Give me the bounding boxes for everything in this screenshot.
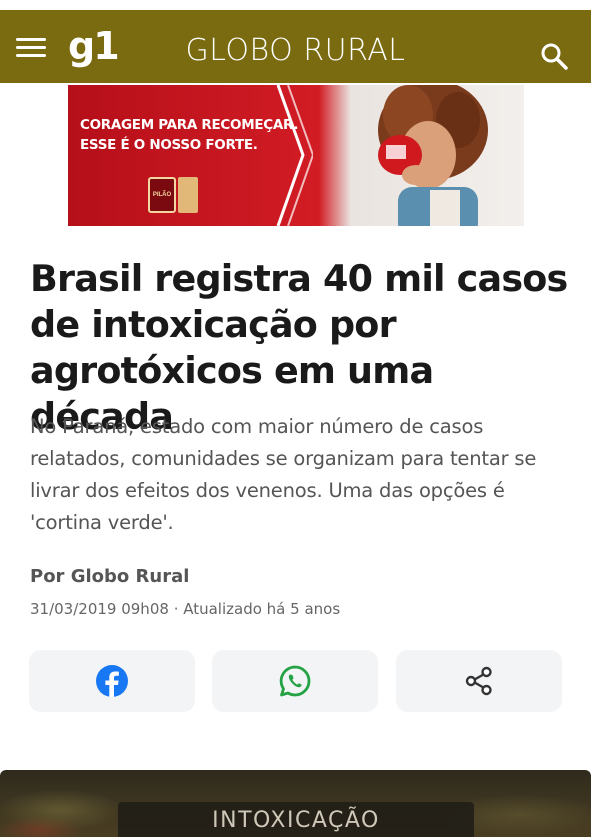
article-meta: 31/03/2019 09h08 · Atualizado há 5 anos <box>30 600 340 618</box>
facebook-icon <box>96 665 128 697</box>
ad-product-package-2 <box>178 177 198 213</box>
article-author[interactable]: Por Globo Rural <box>30 566 189 587</box>
ad-slogan-line-2: ESSE É O NOSSO FORTE. <box>80 137 258 153</box>
share-icon <box>465 666 492 696</box>
whatsapp-icon <box>279 665 311 697</box>
meta-separator: · <box>173 600 184 618</box>
advertisement-banner[interactable]: CORAGEM PARA RECOMEÇAR. ESSE É O NOSSO F… <box>68 85 524 226</box>
ad-product-package: PILÃO <box>148 177 176 213</box>
share-more-button[interactable] <box>396 650 562 712</box>
image-tag: INTOXICAÇÃO <box>118 802 474 837</box>
section-title[interactable]: GLOBO RURAL <box>0 33 591 68</box>
share-facebook-button[interactable] <box>29 650 195 712</box>
search-icon[interactable] <box>540 42 570 72</box>
top-navbar: g1 GLOBO RURAL <box>0 10 591 83</box>
ad-decorative-stripes <box>276 85 313 226</box>
share-whatsapp-button[interactable] <box>212 650 378 712</box>
updated-time: Atualizado há 5 anos <box>183 600 341 618</box>
article-summary: No Paraná, estado com maior número de ca… <box>30 415 537 534</box>
article-main-image[interactable]: INTOXICAÇÃO <box>0 770 591 837</box>
publish-date: 31/03/2019 09h08 <box>30 600 169 618</box>
ad-slogan: CORAGEM PARA RECOMEÇAR. ESSE É O NOSSO F… <box>80 115 299 155</box>
ad-person-drinking-coffee-image <box>378 85 488 226</box>
ad-slogan-line-1: CORAGEM PARA RECOMEÇAR. <box>80 117 299 133</box>
